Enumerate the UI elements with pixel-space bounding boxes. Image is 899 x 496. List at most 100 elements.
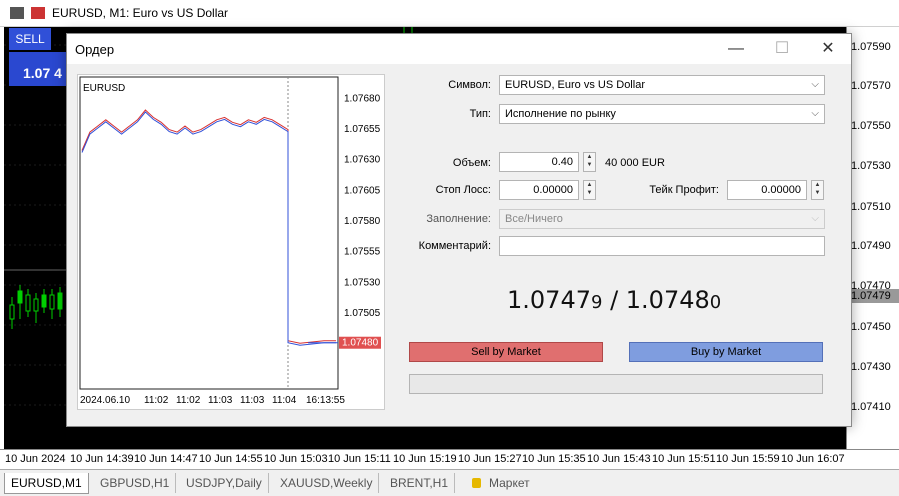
lock-icon	[472, 478, 481, 488]
time-label: 10 Jun 2024	[5, 453, 66, 465]
tick-time-label: 2024.06.10	[80, 395, 130, 406]
symbol-select[interactable]: EURUSD, Euro vs US Dollar ⌵	[499, 75, 825, 95]
tick-price-label: 1.07605	[344, 185, 381, 196]
tick-time-label: 11:02	[144, 395, 169, 406]
price-label: 1.07490	[851, 240, 891, 252]
time-label: 10 Jun 14:55	[199, 453, 263, 465]
tick-time-label: 16:13:55	[306, 395, 345, 406]
time-label: 10 Jun 15:19	[393, 453, 457, 465]
bid-ask-display: 1.07479 / 1.07480	[507, 286, 721, 314]
price-separator: /	[602, 286, 626, 314]
window-title: EURUSD, M1: Euro vs US Dollar	[52, 6, 229, 20]
order-dialog: Ордер — ☐ ✕ EURUSD 1.07680 1.07655 1.07630…	[66, 33, 852, 427]
tick-time-label: 11:02	[176, 395, 201, 406]
volume-note: 40 000 EUR	[605, 157, 665, 169]
time-label: 10 Jun 15:35	[522, 453, 586, 465]
volume-stepper[interactable]: ▲ ▼	[583, 152, 596, 172]
price-axis: 1.07590 1.07570 1.07550 1.07530 1.07510 …	[846, 27, 899, 449]
ask-price: 1.0748	[625, 286, 710, 314]
quick-sell-price-text: 1.07 4	[23, 65, 62, 81]
close-icon[interactable]: ✕	[815, 37, 841, 61]
maximize-icon: ☐	[774, 40, 790, 57]
ask-line	[81, 109, 336, 344]
time-label: 10 Jun 15:11	[328, 453, 391, 465]
tick-chart: EURUSD 1.07680 1.07655 1.07630 1.07605 1.075…	[77, 74, 385, 410]
status-bar	[409, 374, 823, 394]
price-label: 1.07470	[851, 280, 891, 292]
time-label: 10 Jun 15:03	[264, 453, 328, 465]
tick-price-label: 1.07580	[344, 216, 381, 227]
time-label: 10 Jun 15:43	[587, 453, 651, 465]
price-label: 1.07530	[851, 160, 891, 172]
tick-price-label: 1.07655	[344, 124, 381, 135]
comment-field[interactable]	[499, 236, 825, 256]
price-label: 1.07510	[851, 201, 891, 213]
tick-chart-svg: EURUSD 1.07680 1.07655 1.07630 1.07605 1.075…	[79, 76, 381, 406]
take-profit-stepper[interactable]: ▲ ▼	[811, 180, 824, 200]
take-profit-label: Тейк Профит:	[649, 184, 719, 196]
tab-eurusd[interactable]: EURUSD,M1	[4, 473, 89, 494]
take-profit-value: 0.00000	[761, 184, 801, 196]
time-axis: 10 Jun 2024 10 Jun 14:39 10 Jun 14:47 10…	[0, 449, 899, 470]
chart-tabs: EURUSD,M1 GBPUSD,H1 USDJPY,Daily XAUUSD,…	[0, 469, 899, 496]
fill-label: Заполнение:	[426, 213, 491, 225]
time-label: 10 Jun 16:07	[781, 453, 845, 465]
chevron-down-icon: ⌵	[811, 79, 819, 90]
dialog-title-bar[interactable]: Ордер — ☐ ✕	[67, 34, 851, 64]
tick-time-label: 11:03	[240, 395, 265, 406]
bid-line	[81, 111, 336, 346]
chevron-down-icon: ⌵	[811, 213, 819, 224]
price-label: 1.07410	[851, 401, 891, 413]
fill-value: Все/Ничего	[505, 213, 563, 225]
volume-label: Объем:	[452, 157, 491, 169]
time-label: 10 Jun 14:47	[134, 453, 198, 465]
tick-price-label: 1.07530	[344, 277, 381, 288]
time-label: 10 Jun 14:39	[70, 453, 134, 465]
chart-type-icon	[31, 7, 45, 19]
tick-time-label: 11:04	[272, 395, 297, 406]
tick-price-label: 1.07630	[344, 155, 381, 166]
price-label: 1.07590	[851, 41, 891, 53]
ask-price-last-digit: 0	[709, 292, 722, 313]
tick-price-label: 1.07680	[344, 93, 381, 104]
minimize-icon[interactable]: —	[723, 37, 749, 61]
time-label: 10 Jun 15:51	[652, 453, 716, 465]
comment-label: Комментарий:	[418, 240, 491, 252]
take-profit-field[interactable]: 0.00000	[727, 180, 807, 200]
volume-value: 0.40	[551, 156, 573, 168]
tab-usdjpy[interactable]: USDJPY,Daily	[180, 473, 269, 493]
bid-price: 1.0747	[507, 286, 591, 314]
price-label: 1.07550	[851, 120, 891, 132]
time-label: 10 Jun 15:27	[458, 453, 522, 465]
tab-brent[interactable]: BRENT,H1	[384, 473, 456, 493]
tick-price-label: 1.07555	[344, 247, 381, 258]
quick-sell-price[interactable]: 1.07 4	[9, 52, 67, 86]
type-value: Исполнение по рынку	[505, 108, 616, 120]
buy-by-market-button[interactable]: Buy by Market	[629, 342, 823, 362]
type-select[interactable]: Исполнение по рынку ⌵	[499, 104, 825, 124]
dialog-title: Ордер	[75, 42, 115, 57]
terminal-title-bar: EURUSD, M1: Euro vs US Dollar	[0, 0, 899, 27]
type-label: Тип:	[469, 108, 491, 120]
tick-price-label: 1.07505	[344, 308, 381, 319]
chevron-down-icon: ⌵	[811, 108, 819, 119]
stop-loss-stepper[interactable]: ▲ ▼	[583, 180, 596, 200]
price-label: 1.07570	[851, 80, 891, 92]
window-menu-icon[interactable]	[10, 7, 24, 19]
tab-gbpusd[interactable]: GBPUSD,H1	[94, 473, 177, 493]
tick-chart-symbol: EURUSD	[83, 83, 125, 94]
current-price-text: 1.07480	[342, 338, 379, 349]
sell-by-market-button[interactable]: Sell by Market	[409, 342, 603, 362]
stop-loss-field[interactable]: 0.00000	[499, 180, 579, 200]
symbol-label: Символ:	[448, 79, 491, 91]
stop-loss-label: Стоп Лосс:	[435, 184, 491, 196]
price-label: 1.07450	[851, 321, 891, 333]
quick-sell-button[interactable]: SELL	[9, 28, 51, 50]
tab-market[interactable]: Маркет	[466, 473, 536, 493]
time-label: 10 Jun 15:59	[716, 453, 780, 465]
volume-field[interactable]: 0.40	[499, 152, 579, 172]
tab-xauusd[interactable]: XAUUSD,Weekly	[274, 473, 380, 493]
symbol-value: EURUSD, Euro vs US Dollar	[505, 79, 645, 91]
bid-price-last-digit: 9	[590, 292, 603, 313]
stop-loss-value: 0.00000	[533, 184, 573, 196]
